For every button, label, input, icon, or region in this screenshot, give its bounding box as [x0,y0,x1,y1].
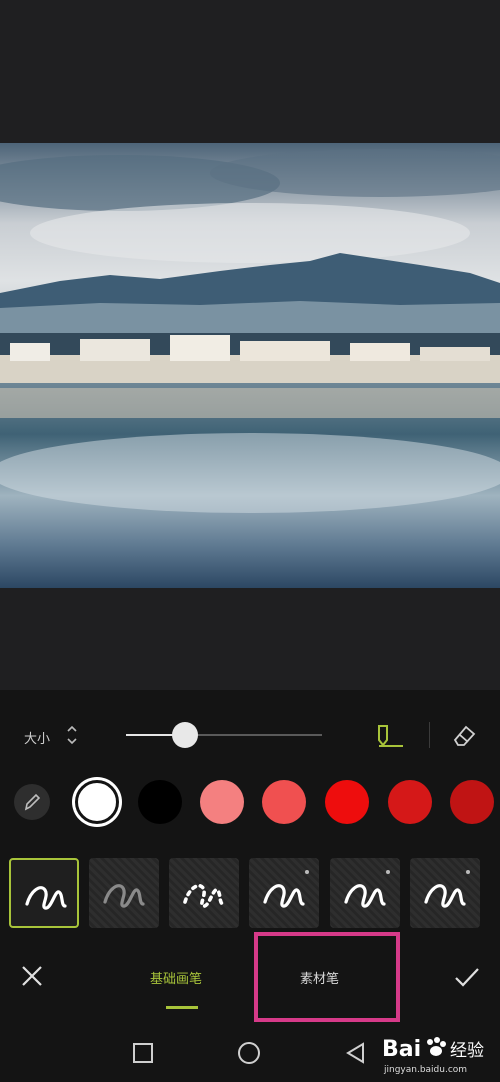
tab-basic-brush[interactable]: 基础画笔 [150,968,202,987]
color-swatch[interactable] [388,780,432,824]
brush-preset[interactable] [89,858,159,928]
home-icon[interactable] [236,1040,262,1066]
brush-stroke-icon [183,883,225,908]
eraser-icon[interactable] [446,718,480,752]
paw-icon [427,1037,446,1056]
brush-preset[interactable] [410,858,480,928]
watermark-url: jingyan.baidu.com [383,1065,467,1075]
brush-preset[interactable] [169,858,239,928]
tool-divider [429,722,430,748]
baidu-jingyan-watermark: Bai 经验 jingyan.baidu.com [382,1037,484,1075]
brush-preset[interactable] [330,858,400,928]
checkmark-icon[interactable] [450,960,484,994]
annotation-highlight-box [254,932,400,1022]
color-swatch[interactable] [325,780,369,824]
active-tab-indicator [166,1006,198,1009]
brush-stroke-icon [344,870,390,908]
color-swatch[interactable] [200,780,244,824]
close-icon[interactable] [16,960,48,992]
photo-image [0,143,500,588]
pen-icon[interactable] [372,718,406,752]
color-swatch[interactable] [262,780,306,824]
watermark-brand: Bai [382,1037,421,1062]
size-label: 大小 [24,732,51,747]
color-swatch[interactable] [138,780,182,824]
size-slider-thumb[interactable] [171,722,198,748]
brush-stroke-icon [424,870,470,908]
edited-photo[interactable] [0,143,500,588]
chevron-up-down-icon[interactable] [64,722,80,748]
brush-stroke-icon [25,886,67,910]
brush-preset[interactable] [249,858,319,928]
color-swatch-selected[interactable] [75,780,119,824]
watermark-brand-cn: 经验 [450,1041,484,1061]
brush-stroke-icon [263,870,309,908]
back-icon[interactable] [343,1040,369,1066]
brush-stroke-icon [103,884,145,908]
pen-style-button[interactable] [14,784,50,820]
recent-apps-icon[interactable] [130,1040,156,1066]
brush-preset[interactable] [9,858,79,928]
color-swatch[interactable] [450,780,494,824]
pencil-icon [24,793,41,811]
